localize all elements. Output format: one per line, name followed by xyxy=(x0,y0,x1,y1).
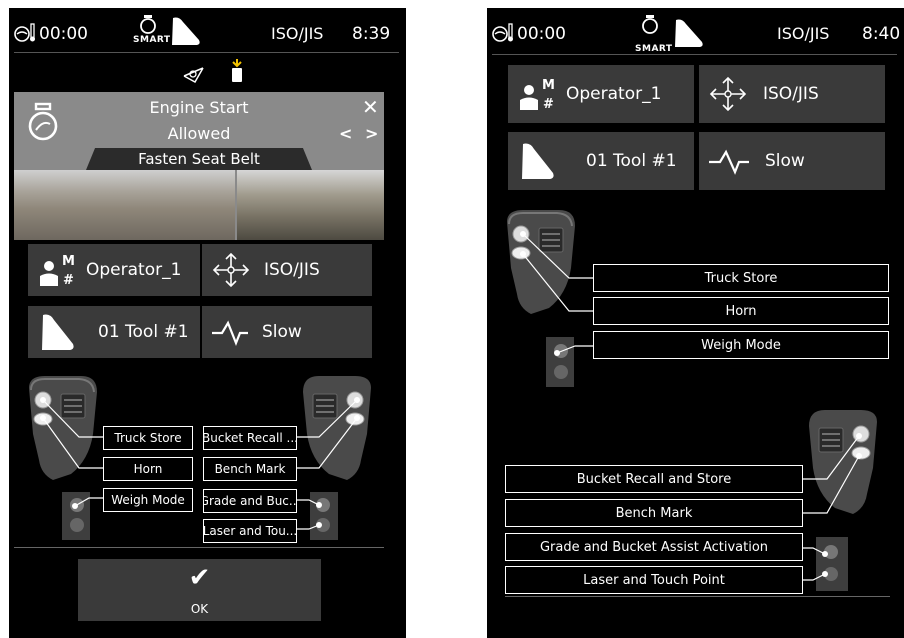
callout-bucket-recall: Bucket Recall and Store xyxy=(505,465,803,493)
callout-weigh-mode: Weigh Mode xyxy=(593,331,889,359)
callout-truck-store: Truck Store xyxy=(103,426,193,450)
left-screen: 00:00 SMART ISO/JIS 8:39 Engine Start Al… xyxy=(9,8,406,638)
callout-truck-store: Truck Store xyxy=(593,264,889,292)
checkmark-icon: ✔ xyxy=(188,563,211,593)
callout-grade-bucket: Grade and Buc... xyxy=(203,489,297,513)
callout-horn: Horn xyxy=(103,457,193,481)
ok-button[interactable]: ✔ OK xyxy=(78,559,321,621)
callout-grade-bucket: Grade and Bucket Assist Activation xyxy=(505,533,803,561)
callout-weigh-mode: Weigh Mode xyxy=(103,488,193,512)
callout-laser-touch: Laser and Tou... xyxy=(203,519,297,543)
bottom-divider xyxy=(505,596,890,597)
left-callout-lines xyxy=(40,397,360,530)
callout-bench-mark: Bench Mark xyxy=(203,457,297,481)
callout-bucket-recall: Bucket Recall ... xyxy=(203,426,297,450)
right-screen: 00:00 SMART ISO/JIS 8:40 M # Operator_1 xyxy=(487,8,904,638)
callout-laser-touch: Laser and Touch Point xyxy=(505,566,803,594)
callout-horn: Horn xyxy=(593,297,889,325)
ok-label: OK xyxy=(190,602,209,616)
callout-bench-mark: Bench Mark xyxy=(505,499,803,527)
bottom-divider xyxy=(14,547,384,548)
